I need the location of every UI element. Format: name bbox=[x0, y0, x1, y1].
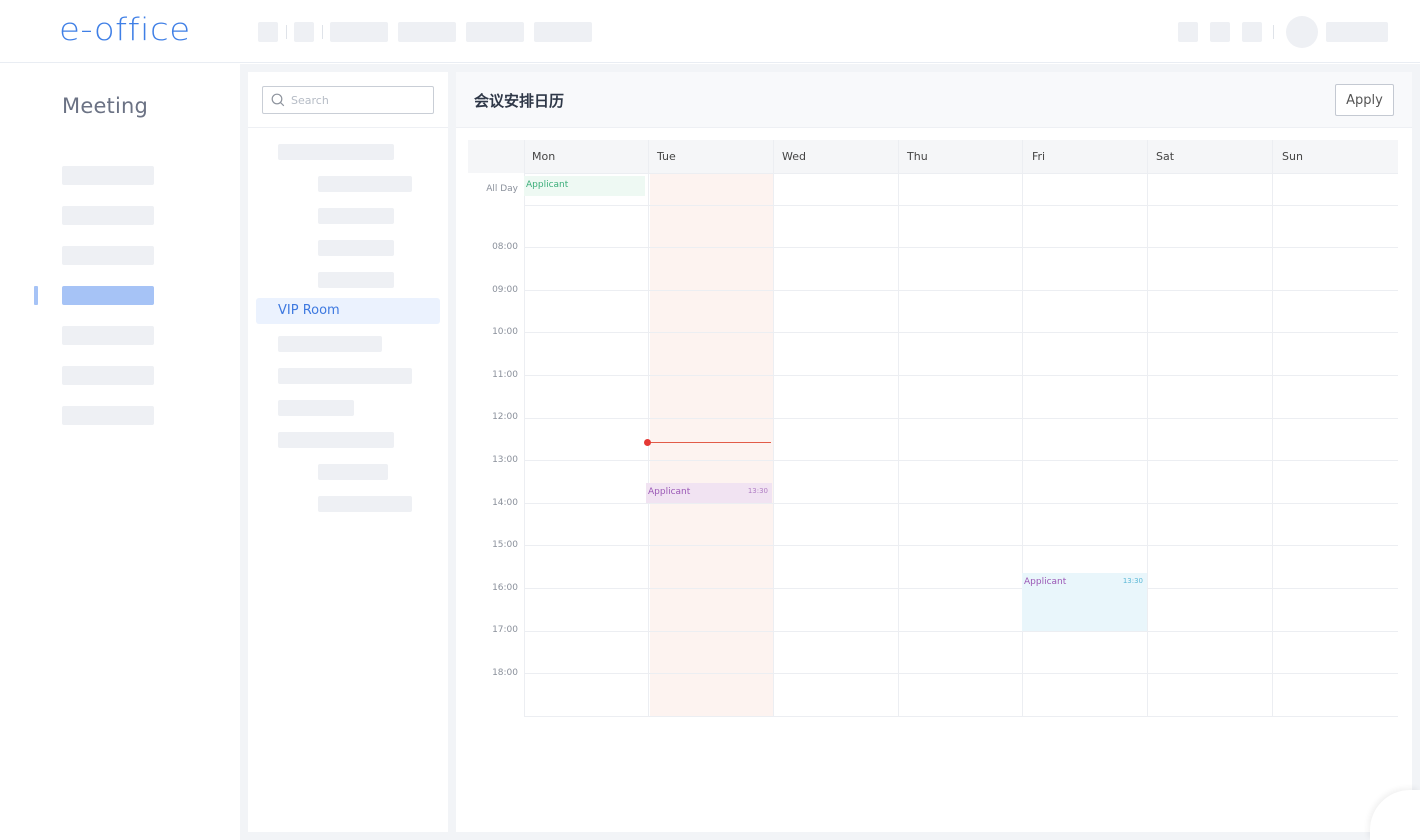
day-label-sun: Sun bbox=[1282, 150, 1303, 163]
header-menu-placeholder[interactable] bbox=[398, 22, 456, 42]
sidebar-item-active[interactable] bbox=[62, 286, 154, 305]
header-divider bbox=[322, 25, 323, 39]
grid-line bbox=[524, 631, 1398, 632]
grid-line bbox=[524, 205, 1398, 206]
header-menu-placeholder[interactable] bbox=[466, 22, 524, 42]
room-panel: VIP Room bbox=[248, 72, 448, 832]
sidebar-title: Meeting bbox=[62, 94, 149, 118]
grid-line bbox=[773, 140, 774, 717]
room-tree-item[interactable] bbox=[318, 208, 394, 224]
time-label: 18:00 bbox=[492, 668, 518, 678]
event-name: Applicant bbox=[1024, 577, 1067, 587]
sidebar-item[interactable] bbox=[62, 326, 154, 345]
event-allday-mon[interactable]: Applicant bbox=[524, 176, 645, 196]
room-tree-item[interactable] bbox=[278, 144, 394, 160]
header-menu-placeholder[interactable] bbox=[330, 22, 388, 42]
time-label: 17:00 bbox=[492, 625, 518, 635]
event-tue[interactable]: Applicant 13:30 bbox=[646, 483, 772, 503]
day-label-sat: Sat bbox=[1156, 150, 1175, 163]
room-tree-item[interactable] bbox=[278, 432, 394, 448]
avatar[interactable] bbox=[1286, 16, 1318, 48]
grid-line bbox=[524, 673, 1398, 674]
event-fri[interactable]: Applicant 13:30 bbox=[1022, 573, 1147, 631]
sidebar-active-indicator bbox=[34, 286, 38, 305]
current-time-line bbox=[650, 442, 771, 443]
day-label-fri: Fri bbox=[1032, 150, 1046, 163]
search-input[interactable] bbox=[291, 90, 429, 110]
sidebar-item[interactable] bbox=[62, 246, 154, 265]
header-divider bbox=[1273, 25, 1274, 39]
room-tree-item[interactable] bbox=[318, 464, 388, 480]
grid-line bbox=[524, 503, 1398, 504]
time-label: 14:00 bbox=[492, 498, 518, 508]
event-name: Applicant bbox=[526, 180, 569, 190]
header-action-placeholder[interactable] bbox=[1178, 22, 1198, 42]
time-label: 10:00 bbox=[492, 327, 518, 337]
search-box[interactable] bbox=[262, 86, 434, 114]
time-label: 09:00 bbox=[492, 285, 518, 295]
current-time-dot bbox=[644, 439, 651, 446]
room-tree-item[interactable] bbox=[318, 176, 412, 192]
time-label: 16:00 bbox=[492, 583, 518, 593]
header-action-placeholder[interactable] bbox=[1210, 22, 1230, 42]
grid-line bbox=[524, 588, 1398, 589]
time-label: 12:00 bbox=[492, 412, 518, 422]
event-name: Applicant bbox=[648, 487, 691, 497]
app-logo[interactable]: e-office bbox=[59, 12, 191, 49]
room-tree-item[interactable] bbox=[278, 400, 354, 416]
grid-line bbox=[648, 140, 649, 717]
time-label: 08:00 bbox=[492, 242, 518, 252]
room-tree-item[interactable] bbox=[318, 240, 394, 256]
sidebar: Meeting bbox=[0, 64, 240, 840]
day-header-row bbox=[468, 140, 1398, 173]
sidebar-item[interactable] bbox=[62, 166, 154, 185]
grid-line bbox=[524, 173, 1398, 174]
grid-line bbox=[524, 460, 1398, 461]
time-label: 13:00 bbox=[492, 455, 518, 465]
today-column-highlight bbox=[650, 173, 774, 717]
day-label-mon: Mon bbox=[532, 150, 556, 163]
room-tree-item[interactable] bbox=[318, 496, 412, 512]
event-time: 13:30 bbox=[747, 487, 768, 495]
calendar-panel: 会议安排日历 Apply Mon Tue Wed Thu Fri Sat Sun… bbox=[456, 72, 1412, 832]
day-label-wed: Wed bbox=[782, 150, 806, 163]
header-action-placeholder[interactable] bbox=[1242, 22, 1262, 42]
top-header: e-office bbox=[0, 0, 1420, 63]
room-tree-item-active[interactable]: VIP Room bbox=[256, 298, 440, 324]
room-tree-item[interactable] bbox=[278, 368, 412, 384]
event-time: 13:30 bbox=[1122, 577, 1143, 585]
grid-line bbox=[524, 716, 1398, 717]
week-grid: Mon Tue Wed Thu Fri Sat Sun All Day 08:0… bbox=[456, 72, 1412, 832]
grid-line bbox=[524, 545, 1398, 546]
grid-line bbox=[898, 140, 899, 717]
sidebar-item[interactable] bbox=[62, 206, 154, 225]
header-menu-placeholder[interactable] bbox=[534, 22, 592, 42]
all-day-label: All Day bbox=[486, 184, 518, 194]
sidebar-item[interactable] bbox=[62, 366, 154, 385]
grid-line bbox=[524, 332, 1398, 333]
grid-line bbox=[524, 290, 1398, 291]
day-label-thu: Thu bbox=[907, 150, 928, 163]
grid-line bbox=[1147, 140, 1148, 717]
time-label: 11:00 bbox=[492, 370, 518, 380]
grid-line bbox=[524, 375, 1398, 376]
day-label-tue: Tue bbox=[657, 150, 676, 163]
room-tree-item[interactable] bbox=[278, 336, 382, 352]
time-label: 15:00 bbox=[492, 540, 518, 550]
grid-line bbox=[524, 140, 525, 717]
grid-line bbox=[524, 418, 1398, 419]
search-icon bbox=[271, 93, 285, 107]
sidebar-item[interactable] bbox=[62, 406, 154, 425]
grid-line bbox=[1272, 140, 1273, 717]
header-divider bbox=[286, 25, 287, 39]
room-name: VIP Room bbox=[278, 303, 340, 318]
header-icon-placeholder[interactable] bbox=[294, 22, 314, 42]
grid-line bbox=[524, 247, 1398, 248]
username-placeholder[interactable] bbox=[1326, 22, 1388, 42]
panel-divider bbox=[248, 127, 448, 128]
room-tree-item[interactable] bbox=[318, 272, 394, 288]
header-icon-placeholder[interactable] bbox=[258, 22, 278, 42]
